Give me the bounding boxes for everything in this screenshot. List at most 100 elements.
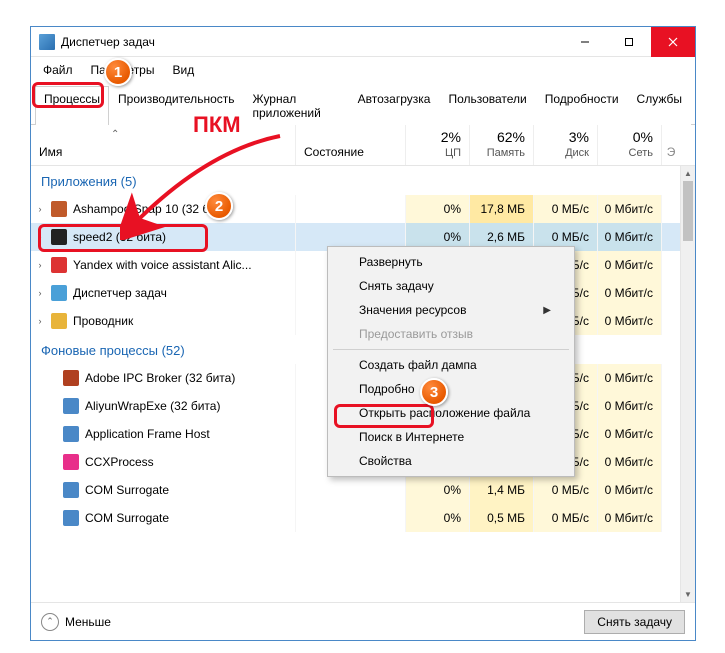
context-menu-item[interactable]: Свойства [331, 449, 571, 473]
fewer-details-label: Меньше [65, 615, 111, 629]
process-net-cell: 0 Мбит/с [598, 223, 662, 251]
app-icon [39, 34, 55, 50]
process-name-label: Проводник [73, 314, 133, 328]
maximize-button[interactable] [607, 27, 651, 57]
expand-chevron-icon[interactable]: › [35, 204, 45, 214]
context-menu-item-label: Подробно [359, 382, 415, 396]
context-menu-item-label: Создать файл дампа [359, 358, 477, 372]
context-menu-item-label: Предоставить отзыв [359, 327, 473, 341]
process-name-label: AliyunWrapExe (32 бита) [85, 399, 220, 413]
process-name-label: Ashampoo Snap 10 (32 бита) [73, 202, 232, 216]
process-net-cell: 0 Мбит/с [598, 251, 662, 279]
tab-users[interactable]: Пользователи [439, 86, 535, 125]
process-name-cell: ›Yandex with voice assistant Alic... [31, 251, 296, 279]
scroll-thumb[interactable] [683, 181, 693, 241]
context-menu-item[interactable]: Создать файл дампа [331, 353, 571, 377]
context-menu-item[interactable]: Открыть расположение файла [331, 401, 571, 425]
process-state-cell [296, 476, 406, 504]
process-name-cell: ›speed2 (32 бита) [31, 223, 296, 251]
header-disk-label: Диск [538, 147, 589, 159]
process-state-cell [296, 195, 406, 223]
header-mem[interactable]: 62% Память [470, 125, 534, 165]
scrollbar[interactable]: ▲ ▼ [680, 166, 695, 602]
process-name-cell: COM Surrogate [31, 504, 296, 532]
process-icon [63, 398, 79, 414]
tab-services[interactable]: Службы [628, 86, 691, 125]
expand-chevron-icon[interactable]: › [35, 260, 45, 270]
context-menu-item[interactable]: Снять задачу [331, 274, 571, 298]
process-name-cell: COM Surrogate [31, 476, 296, 504]
expand-chevron-icon[interactable]: › [35, 232, 45, 242]
tab-performance[interactable]: Производительность [109, 86, 243, 125]
expand-chevron-icon[interactable]: › [35, 288, 45, 298]
context-menu-item[interactable]: Подробно [331, 377, 571, 401]
context-menu-item-label: Снять задачу [359, 279, 434, 293]
end-task-button[interactable]: Снять задачу [584, 610, 685, 634]
menubar: Файл Параметры Вид [31, 57, 695, 83]
context-menu-item[interactable]: Поиск в Интернете [331, 425, 571, 449]
header-cpu[interactable]: 2% ЦП [406, 125, 470, 165]
submenu-arrow-icon: ▶ [543, 305, 551, 316]
process-row[interactable]: COM Surrogate0%0,5 МБ0 МБ/с0 Мбит/с [31, 504, 695, 532]
process-cpu-cell: 0% [406, 195, 470, 223]
process-icon [63, 510, 79, 526]
tab-startup[interactable]: Автозагрузка [349, 86, 440, 125]
minimize-button[interactable] [563, 27, 607, 57]
process-net-cell: 0 Мбит/с [598, 448, 662, 476]
process-disk-cell: 0 МБ/с [534, 195, 598, 223]
process-icon [63, 482, 79, 498]
process-name-label: Application Frame Host [85, 427, 210, 441]
column-headers: ⌃ Имя Состояние 2% ЦП 62% Память 3% Диск… [31, 125, 695, 166]
process-icon [63, 426, 79, 442]
header-cpu-label: ЦП [410, 147, 461, 159]
process-name-cell: › Ashampoo Snap 10 (32 бита) [31, 195, 296, 223]
context-menu-item-label: Поиск в Интернете [359, 430, 464, 444]
header-state[interactable]: Состояние [296, 125, 406, 165]
context-menu: Развернуть Снять задачу Значения ресурсов▶… [327, 246, 575, 477]
process-name-label: Диспетчер задач [73, 286, 167, 300]
scroll-up-icon[interactable]: ▲ [681, 166, 695, 181]
process-name-label: COM Surrogate [85, 483, 169, 497]
header-net[interactable]: 0% Сеть [598, 125, 662, 165]
header-net-pct: 0% [602, 129, 653, 145]
header-extra[interactable]: Э [662, 125, 680, 165]
context-menu-item[interactable]: Развернуть [331, 250, 571, 274]
process-net-cell: 0 Мбит/с [598, 476, 662, 504]
tab-details[interactable]: Подробности [536, 86, 628, 125]
process-group-header: Приложения (5) [31, 166, 695, 195]
process-row[interactable]: COM Surrogate0%1,4 МБ0 МБ/с0 Мбит/с [31, 476, 695, 504]
context-menu-item: Предоставить отзыв [331, 322, 571, 346]
process-net-cell: 0 Мбит/с [598, 279, 662, 307]
header-mem-pct: 62% [474, 129, 525, 145]
context-menu-item-label: Свойства [359, 454, 412, 468]
process-disk-cell: 0 МБ/с [534, 504, 598, 532]
sort-chevron-icon: ⌃ [111, 129, 119, 140]
process-cpu-cell: 0% [406, 476, 470, 504]
close-button[interactable] [651, 27, 695, 57]
chevron-up-icon: ⌃ [41, 613, 59, 631]
menu-options[interactable]: Параметры [83, 59, 163, 81]
footer: ⌃ Меньше Снять задачу [31, 602, 695, 640]
process-disk-cell: 0 МБ/с [534, 476, 598, 504]
header-net-label: Сеть [602, 147, 653, 159]
process-icon [51, 201, 67, 217]
process-mem-cell: 17,8 МБ [470, 195, 534, 223]
menu-view[interactable]: Вид [164, 59, 202, 81]
expand-chevron-icon[interactable]: › [35, 316, 45, 326]
process-name-label: Adobe IPC Broker (32 бита) [85, 371, 235, 385]
menu-file[interactable]: Файл [35, 59, 81, 81]
fewer-details-button[interactable]: ⌃ Меньше [41, 613, 111, 631]
tab-app-history[interactable]: Журнал приложений [244, 86, 349, 125]
tab-processes[interactable]: Процессы [35, 86, 109, 125]
context-menu-item[interactable]: Значения ресурсов▶ [331, 298, 571, 322]
process-icon [51, 257, 67, 273]
process-row[interactable]: › Ashampoo Snap 10 (32 бита) 0%17,8 МБ0 МБ… [31, 195, 695, 223]
header-disk[interactable]: 3% Диск [534, 125, 598, 165]
process-net-cell: 0 Мбит/с [598, 307, 662, 335]
window-title: Диспетчер задач [61, 35, 563, 49]
process-net-cell: 0 Мбит/с [598, 504, 662, 532]
scroll-down-icon[interactable]: ▼ [681, 587, 695, 602]
header-name[interactable]: ⌃ Имя [31, 125, 296, 165]
header-state-label: Состояние [304, 145, 364, 159]
process-name-cell: CCXProcess [31, 448, 296, 476]
